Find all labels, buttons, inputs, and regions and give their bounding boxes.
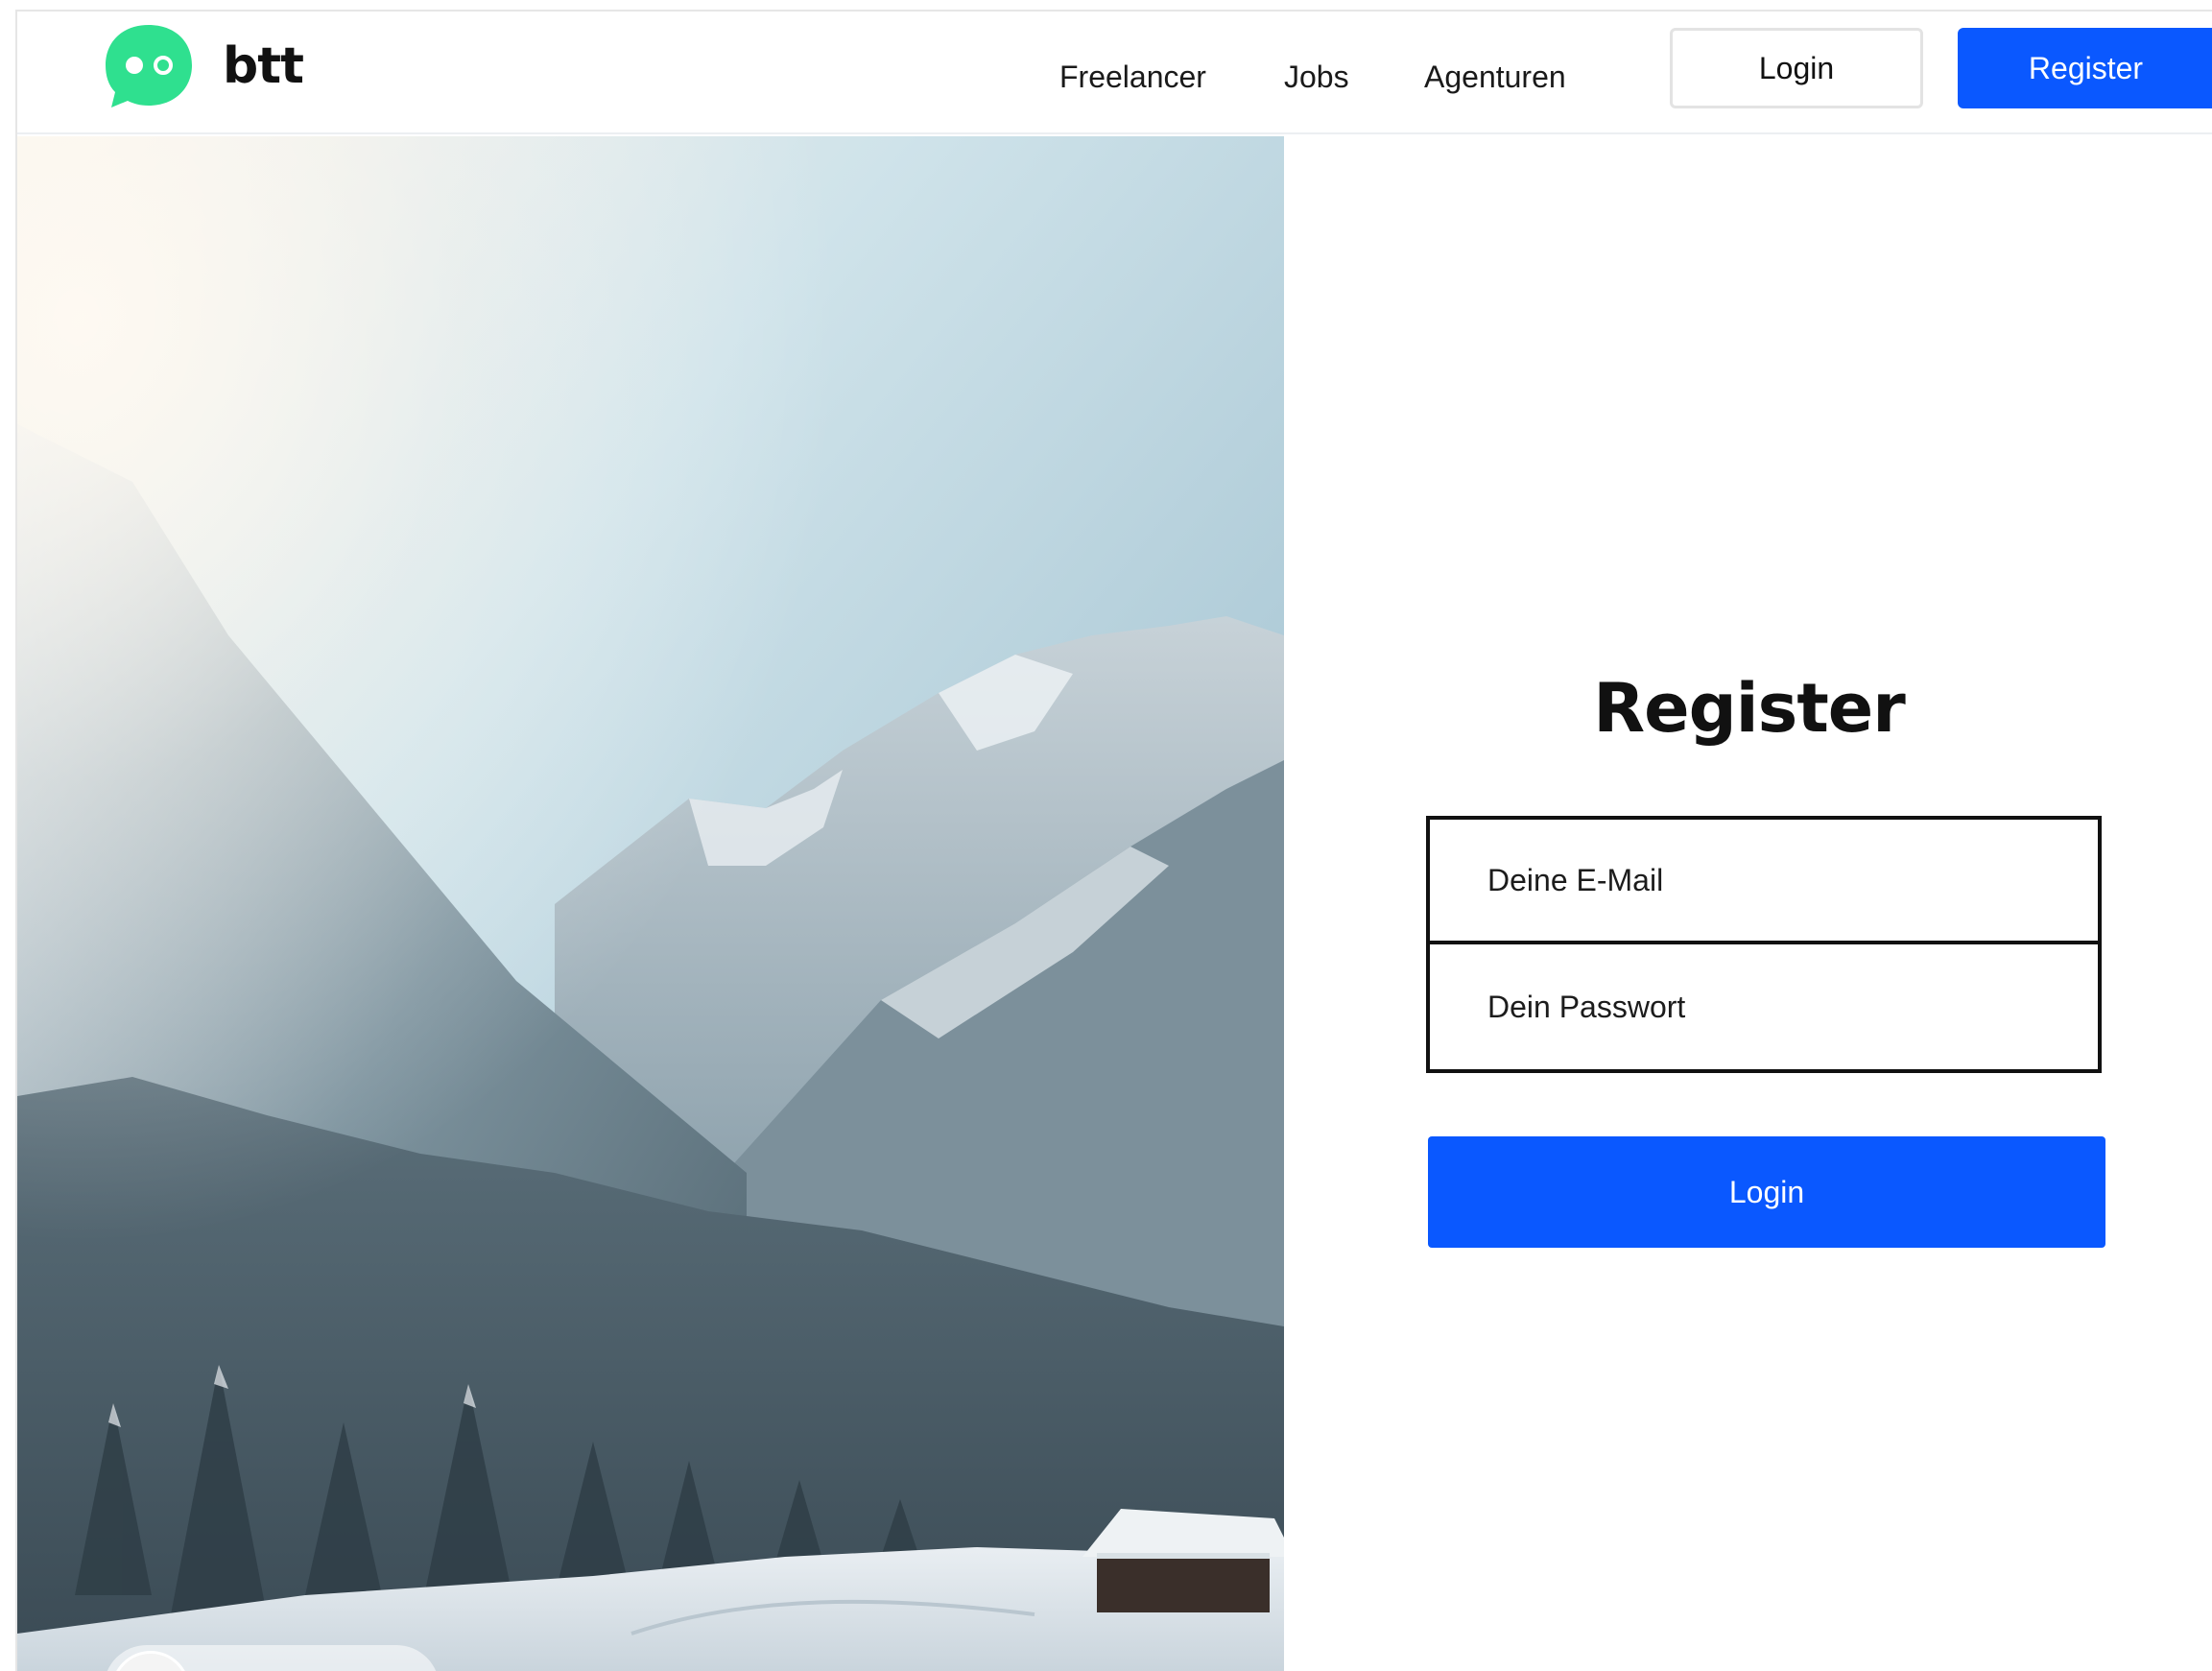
credentials-fields: Deine E-Mail Dein Passwort [1426,816,2102,1073]
header-register-button[interactable]: Register [1958,28,2212,108]
password-field[interactable]: Dein Passwort [1430,944,2098,1069]
page-frame: btt Freelancer Jobs Agenturen Login Regi… [15,10,2212,1671]
form-title: Register [1593,669,1906,748]
nav-link-freelancer[interactable]: Freelancer [1059,48,1206,106]
register-form: Register Deine E-Mail Dein Passwort Logi… [1284,136,2212,1671]
header-login-button[interactable]: Login [1670,28,1923,108]
email-field[interactable]: Deine E-Mail [1430,820,2098,944]
submit-login-button[interactable]: Login [1428,1136,2105,1248]
nav-link-agenturen[interactable]: Agenturen [1424,48,1566,106]
top-navbar: btt Freelancer Jobs Agenturen Login Regi… [17,12,2212,134]
hero-mountain-image [17,136,1284,1671]
nav-link-jobs[interactable]: Jobs [1284,48,1349,106]
